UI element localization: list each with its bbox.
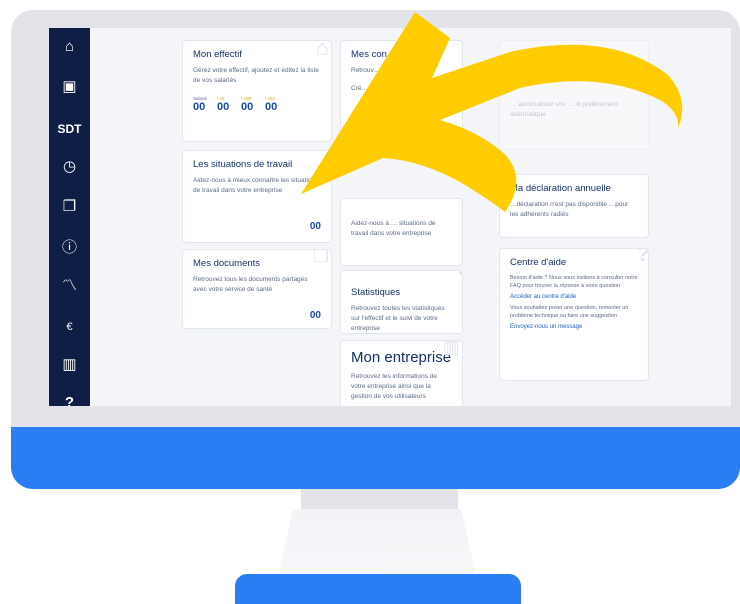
arrow-shape [301,12,683,212]
yellow-arrow [301,12,683,212]
